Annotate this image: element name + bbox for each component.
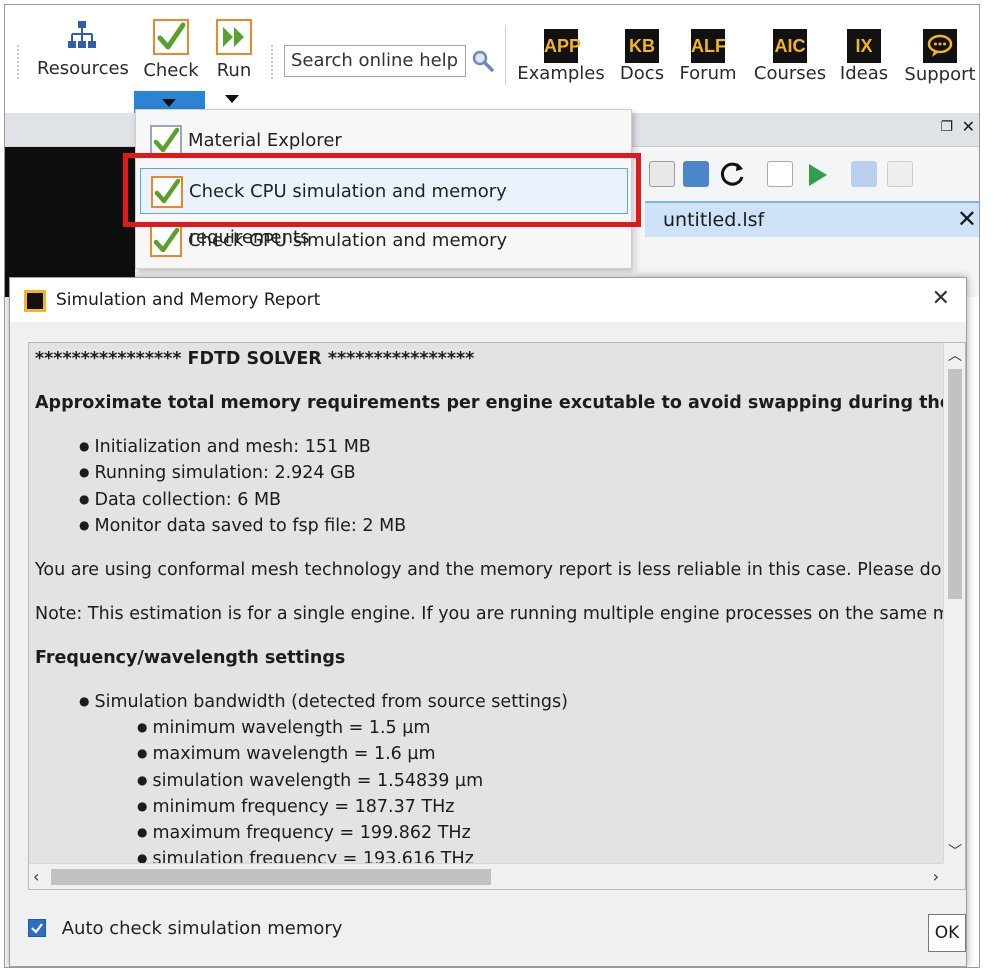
auto-check-label: Auto check simulation memory <box>61 918 343 939</box>
chevron-down-icon <box>162 99 176 107</box>
ribbon-grip <box>271 45 274 79</box>
support-button[interactable]: Support <box>903 29 977 85</box>
check-icon <box>153 19 189 55</box>
horizontal-scrollbar[interactable]: ‹ › <box>29 863 945 889</box>
app-window: Resources Check Run Search online help A… <box>4 4 980 968</box>
horizontal-scroll-thumb[interactable] <box>51 869 491 885</box>
examples-label: Examples <box>517 63 605 84</box>
conformal-note: You are using conformal mesh technology … <box>35 560 945 580</box>
auto-check-row[interactable]: Auto check simulation memory <box>28 918 342 939</box>
kb-badge-icon: KB <box>625 29 659 63</box>
scroll-down-icon[interactable]: ﹀ <box>948 841 962 861</box>
app-badge-icon: APP <box>544 29 581 63</box>
list-item: simulation wavelength = 1.54839 µm <box>137 771 483 791</box>
close-tab-icon[interactable]: ✕ <box>957 205 977 233</box>
aic-badge-icon: AIC <box>773 29 807 63</box>
ideas-label: Ideas <box>839 63 889 84</box>
check-button[interactable]: Check <box>135 19 207 81</box>
layout-icon[interactable] <box>851 161 877 187</box>
run-label: Run <box>216 60 252 81</box>
docs-label: Docs <box>619 63 665 84</box>
search-input[interactable]: Search online help <box>284 45 466 77</box>
scroll-corner <box>943 863 965 889</box>
ribbon-toolbar: Resources Check Run Search online help A… <box>5 5 979 113</box>
restore-icon[interactable]: ❐ <box>940 119 953 135</box>
background-view <box>5 147 135 297</box>
ok-button[interactable]: OK <box>928 914 966 952</box>
scroll-up-icon[interactable]: ︿ <box>948 345 962 365</box>
step-icon[interactable] <box>887 161 913 187</box>
check-label: Check <box>143 60 199 81</box>
forum-button[interactable]: ALF Forum <box>678 29 738 84</box>
run-icon <box>216 19 252 55</box>
scroll-left-icon[interactable]: ‹ <box>33 867 39 886</box>
list-item: minimum frequency = 187.37 THz <box>137 797 454 817</box>
ix-badge-icon: IX <box>847 29 881 63</box>
ribbon-grip <box>17 45 20 79</box>
courses-button[interactable]: AIC Courses <box>753 29 827 84</box>
script-tab[interactable]: untitled.lsf ✕ <box>645 201 979 237</box>
close-icon[interactable]: ✕ <box>962 117 975 136</box>
menu-item-label: Material Explorer <box>188 130 342 151</box>
dialog-titlebar: Simulation and Memory Report ✕ <box>10 278 966 322</box>
scroll-right-icon[interactable]: › <box>933 867 939 886</box>
run-to-cursor-icon[interactable] <box>805 162 831 188</box>
report-header: **************** FDTD SOLVER ***********… <box>35 349 475 369</box>
run-button[interactable]: Run <box>210 19 258 81</box>
vertical-scroll-thumb[interactable] <box>948 369 962 599</box>
list-item: minimum wavelength = 1.5 µm <box>137 718 430 738</box>
engine-note: Note: This estimation is for a single en… <box>35 604 945 624</box>
open-folder-icon[interactable] <box>683 161 709 187</box>
list-item: Monitor data saved to fsp file: 2 MB <box>79 516 406 536</box>
docs-button[interactable]: KB Docs <box>617 29 667 84</box>
ideas-button[interactable]: IX Ideas <box>839 29 889 84</box>
resources-label: Resources <box>37 58 129 79</box>
refresh-icon[interactable] <box>717 159 747 189</box>
courses-label: Courses <box>753 63 827 84</box>
memory-heading: Approximate total memory requirements pe… <box>35 393 945 413</box>
report-text-area[interactable]: **************** FDTD SOLVER ***********… <box>28 342 966 890</box>
list-item: Running simulation: 2.924 GB <box>79 463 355 483</box>
check-icon <box>150 225 182 257</box>
vertical-scrollbar[interactable]: ︿ ﹀ <box>943 343 965 863</box>
list-item: Data collection: 6 MB <box>79 490 281 510</box>
save-script-icon[interactable] <box>649 161 675 187</box>
memory-report-dialog: Simulation and Memory Report ✕ *********… <box>9 277 967 967</box>
run-script-icon[interactable] <box>767 161 793 187</box>
search-icon[interactable] <box>471 49 495 73</box>
frequency-heading: Frequency/wavelength settings <box>35 648 346 668</box>
resources-button[interactable]: Resources <box>37 19 129 79</box>
forum-label: Forum <box>679 63 737 84</box>
highlight-annotation <box>123 153 641 227</box>
examples-button[interactable]: APP Examples <box>517 29 605 84</box>
list-item: maximum frequency = 199.862 THz <box>137 823 470 843</box>
ribbon-separator <box>505 25 506 85</box>
list-item: Simulation bandwidth (detected from sour… <box>79 692 567 712</box>
report-content: **************** FDTD SOLVER ***********… <box>35 343 945 863</box>
dialog-title: Simulation and Memory Report <box>56 290 321 310</box>
resources-icon <box>68 21 96 48</box>
list-item: Initialization and mesh: 151 MB <box>79 437 370 457</box>
alf-badge-icon: ALF <box>691 29 726 63</box>
run-dropdown-chevron-icon[interactable] <box>225 95 239 103</box>
list-item: maximum wavelength = 1.6 µm <box>137 744 435 764</box>
script-tab-label: untitled.lsf <box>663 209 765 231</box>
list-item: simulation frequency = 193.616 THz <box>137 849 473 863</box>
close-icon[interactable]: ✕ <box>932 286 950 311</box>
auto-check-checkbox[interactable] <box>28 919 46 937</box>
support-chat-icon <box>923 29 957 63</box>
app-logo-icon <box>24 290 46 312</box>
support-label: Support <box>904 64 976 85</box>
